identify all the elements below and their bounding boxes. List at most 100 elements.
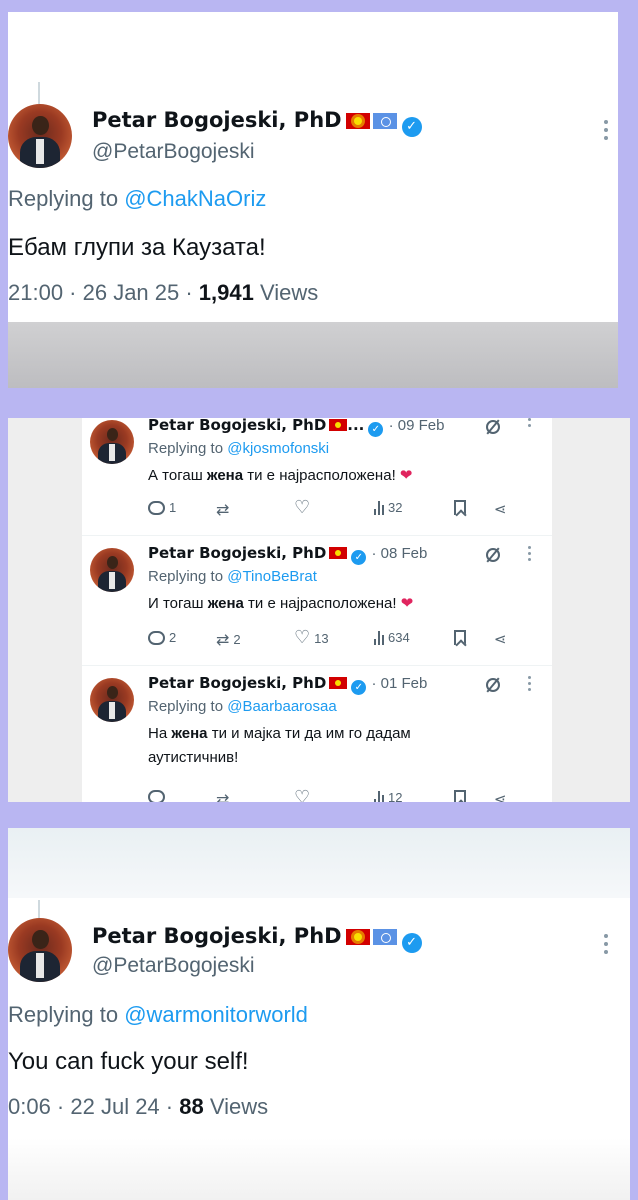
un-flag-icon [372, 113, 397, 129]
avatar[interactable] [8, 104, 72, 168]
thread-line [38, 900, 40, 920]
tweet-text: You can fuck your self! [8, 1048, 249, 1075]
views-button[interactable]: 32 [374, 500, 402, 515]
mention-link[interactable]: @kjosmofonski [227, 440, 329, 457]
action-bar: ⇄ ♡ 12 ⋖ [148, 787, 548, 803]
bookmark-icon [454, 790, 466, 802]
more-options-icon[interactable] [604, 120, 610, 144]
bookmark-button[interactable] [454, 630, 466, 645]
macedonia-flag-icon [329, 547, 348, 559]
mention-link[interactable]: @ChakNaOriz [124, 186, 266, 211]
list-item[interactable]: Petar Bogojeski, PhD ✓ · 08 Feb Replying … [82, 536, 552, 666]
verified-badge-icon: ✓ [401, 933, 422, 953]
thread-line [38, 82, 40, 104]
grok-icon[interactable] [486, 678, 500, 692]
analytics-icon [374, 790, 384, 802]
more-options-icon[interactable] [528, 546, 534, 564]
avatar[interactable] [90, 548, 134, 592]
tweet-text: Ебам глупи за Каузата! [8, 234, 266, 261]
action-bar: 2 ⇄ 2 ♡ 13 634 ⋖ [148, 627, 548, 652]
screenshot-panel-1: Petar Bogojeski, PhD ✓ @PetarBogojeski Re… [8, 12, 618, 388]
reply-button[interactable]: 1 [148, 500, 176, 515]
tweet-text: А тогаш жена ти е најрасположена! ❤ [148, 467, 413, 484]
reply-button[interactable] [148, 790, 169, 802]
analytics-icon [374, 630, 384, 645]
macedonia-flag-icon [329, 677, 348, 689]
action-bar: 1 ⇄ ♡ 32 ⋖ [148, 499, 548, 522]
views-count: 88 [179, 1094, 204, 1119]
tweet-text: И тогаш жена ти е најрасположена! ❤ [148, 595, 414, 612]
avatar[interactable] [90, 678, 134, 722]
like-button[interactable]: ♡ [294, 499, 314, 517]
user-handle[interactable]: @PetarBogojeski [92, 954, 255, 978]
list-item[interactable]: Petar Bogojeski, PhD ✓ · 01 Feb Replying … [82, 666, 552, 802]
display-name[interactable]: Petar Bogojeski, PhD... ✓ · 09 Feb [148, 418, 444, 437]
bookmark-button[interactable] [454, 790, 466, 802]
tweet-date[interactable]: · 09 Feb [389, 418, 445, 434]
like-button[interactable]: ♡ [294, 787, 314, 803]
replying-to: Replying to @Baarbaarosaa [148, 698, 337, 715]
un-flag-icon [372, 929, 397, 945]
display-name[interactable]: Petar Bogojeski, PhD ✓ · 01 Feb [148, 674, 427, 695]
retweet-icon: ⇄ [216, 630, 230, 649]
mention-link[interactable]: @Baarbaarosaa [227, 698, 336, 715]
divider-band [8, 828, 630, 898]
bookmark-icon [454, 630, 466, 645]
tweet-text: На жена ти и мајка ти да им го дадам аут… [148, 725, 411, 766]
reply-icon [148, 790, 165, 802]
macedonia-flag-icon [345, 113, 370, 129]
heart-icon: ♡ [294, 627, 311, 648]
display-name[interactable]: Petar Bogojeski, PhD ✓ [92, 108, 422, 137]
grok-icon[interactable] [486, 548, 500, 562]
more-options-icon[interactable] [528, 676, 534, 694]
views-button[interactable]: 12 [374, 790, 402, 802]
more-options-icon[interactable] [528, 418, 534, 430]
share-button[interactable]: ⋖ [494, 500, 507, 518]
share-icon: ⋖ [494, 500, 507, 518]
like-button[interactable]: ♡ 13 [294, 627, 329, 648]
retweet-button[interactable]: ⇄ 2 [216, 630, 241, 649]
retweet-button[interactable]: ⇄ [216, 500, 233, 519]
bookmark-button[interactable] [454, 500, 466, 515]
tweet-list: Petar Bogojeski, PhD... ✓ · 09 Feb Replyi… [82, 418, 552, 802]
replying-to: Replying to @TinoBeBrat [148, 568, 317, 585]
reply-button[interactable]: 2 [148, 630, 176, 645]
verified-badge-icon: ✓ [401, 117, 422, 137]
avatar[interactable] [8, 918, 72, 982]
user-handle[interactable]: @PetarBogojeski [92, 140, 255, 164]
share-icon: ⋖ [494, 630, 507, 648]
replying-to: Replying to @ChakNaOriz [8, 186, 267, 211]
retweet-button[interactable]: ⇄ [216, 790, 233, 802]
share-button[interactable]: ⋖ [494, 790, 507, 802]
display-name[interactable]: Petar Bogojeski, PhD ✓ · 08 Feb [148, 544, 427, 565]
tweet-date[interactable]: · 01 Feb [372, 675, 428, 692]
screenshot-panel-3: Petar Bogojeski, PhD ✓ @PetarBogojeski Re… [8, 828, 630, 1200]
grok-icon[interactable] [486, 420, 500, 434]
replying-to: Replying to @warmonitorworld [8, 1002, 308, 1027]
bookmark-icon [454, 500, 466, 515]
reply-icon [148, 500, 165, 515]
tweet-date[interactable]: · 08 Feb [372, 545, 428, 562]
retweet-icon: ⇄ [216, 790, 230, 802]
analytics-icon [374, 500, 384, 515]
more-options-icon[interactable] [604, 934, 610, 958]
verified-badge-icon: ✓ [351, 680, 367, 695]
share-icon: ⋖ [494, 790, 507, 802]
retweet-icon: ⇄ [216, 500, 230, 519]
share-button[interactable]: ⋖ [494, 630, 507, 648]
views-button[interactable]: 634 [374, 630, 410, 645]
heart-icon: ♡ [294, 787, 311, 803]
replying-to: Replying to @kjosmofonski [148, 440, 330, 457]
red-heart-emoji: ❤ [400, 595, 414, 612]
reply-icon [148, 630, 165, 645]
mention-link[interactable]: @warmonitorworld [124, 1002, 308, 1027]
display-name[interactable]: Petar Bogojeski, PhD ✓ [92, 924, 422, 953]
tweet-meta: 21:00 · 26 Jan 25 · 1,941 Views [8, 280, 319, 305]
tweet-meta: 0:06 · 22 Jul 24 · 88 Views [8, 1094, 269, 1119]
list-item[interactable]: Petar Bogojeski, PhD... ✓ · 09 Feb Replyi… [82, 418, 552, 536]
views-count: 1,941 [198, 280, 254, 305]
red-heart-emoji: ❤ [399, 467, 413, 484]
divider-band [8, 322, 618, 388]
avatar[interactable] [90, 420, 134, 464]
mention-link[interactable]: @TinoBeBrat [227, 568, 317, 585]
